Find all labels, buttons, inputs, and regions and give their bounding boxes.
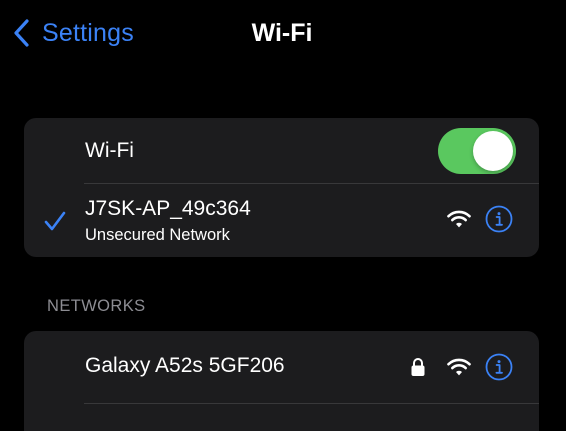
current-network-name: J7SK-AP_49c364 [85,197,251,220]
info-icon[interactable] [485,205,513,233]
lock-icon [411,358,425,376]
network-name: Galaxy A52s 5GF206 [85,354,285,377]
checkmark-icon [44,211,66,231]
network-list-item[interactable]: Galaxy A52s 5GF206 [24,331,539,403]
wifi-icon [447,210,471,228]
wifi-toggle-switch[interactable] [438,128,516,174]
current-network-subtitle: Unsecured Network [85,226,230,244]
wifi-toggle-row: Wi-Fi [24,118,539,183]
wifi-icon [447,358,471,376]
row-divider [84,403,539,404]
wifi-toggle-label: Wi-Fi [85,139,134,162]
networks-section-header: NETWORKS [47,297,146,315]
networks-list: Galaxy A52s 5GF206 [24,331,539,431]
page-title: Wi-Fi [0,14,566,52]
info-icon[interactable] [485,353,513,381]
wifi-status-group: Wi-Fi J7SK-AP_49c364 Unsecured Network [24,118,539,257]
page-title-text: Wi-Fi [251,19,313,47]
wifi-settings-screen: Settings Wi-Fi Wi-Fi J7SK-AP_49c364 Unse… [0,0,566,431]
toggle-knob [473,131,513,171]
current-network-row[interactable]: J7SK-AP_49c364 Unsecured Network [24,184,539,257]
